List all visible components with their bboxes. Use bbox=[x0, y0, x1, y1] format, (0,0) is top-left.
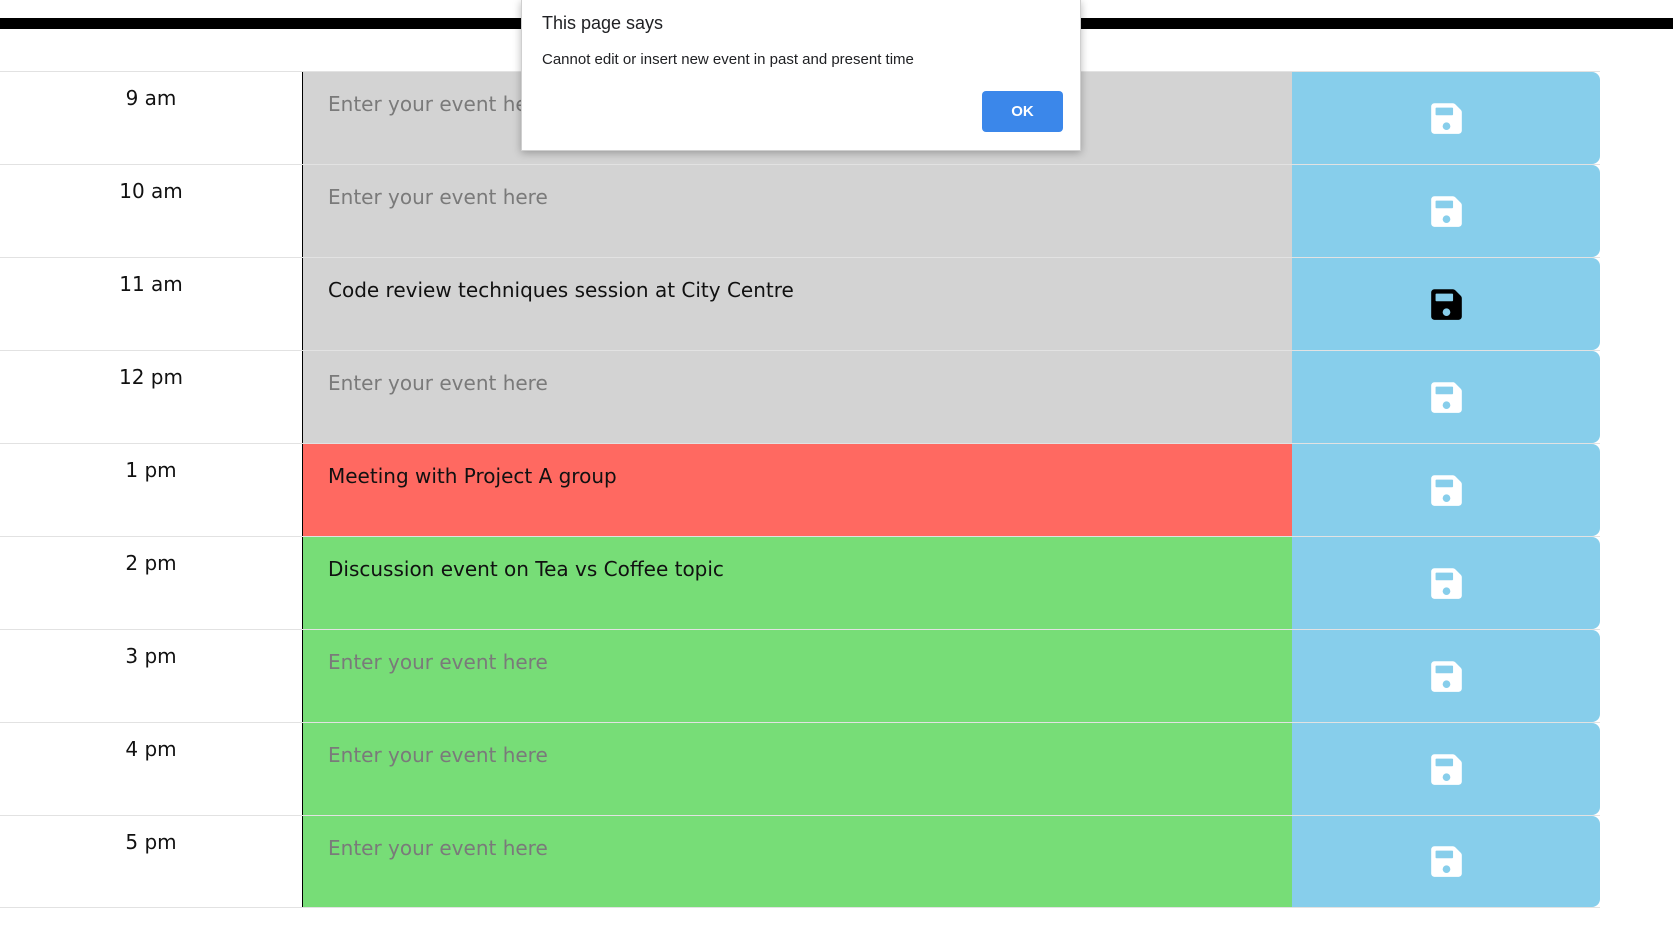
floppy-disk-icon bbox=[1430, 474, 1462, 506]
day-planner: 9 am10 am11 am12 pm1 pm2 pm3 pm4 pm5 pm bbox=[0, 71, 1600, 908]
save-button[interactable] bbox=[1292, 630, 1600, 722]
hour-label: 1 pm bbox=[0, 444, 303, 536]
hour-label: 4 pm bbox=[0, 723, 303, 815]
floppy-disk-icon bbox=[1430, 660, 1462, 692]
time-block-row: 11 am bbox=[0, 257, 1600, 350]
dialog-title: This page says bbox=[542, 13, 664, 33]
save-button[interactable] bbox=[1292, 537, 1600, 629]
save-button[interactable] bbox=[1292, 351, 1600, 443]
event-input[interactable] bbox=[303, 723, 1292, 815]
floppy-disk-icon bbox=[1430, 567, 1462, 599]
event-input[interactable] bbox=[303, 444, 1292, 536]
time-block-row: 12 pm bbox=[0, 350, 1600, 443]
hour-label: 12 pm bbox=[0, 351, 303, 443]
event-input[interactable] bbox=[303, 165, 1292, 257]
event-input[interactable] bbox=[303, 258, 1292, 350]
alert-dialog: This page says Cannot edit or insert new… bbox=[521, 0, 1081, 151]
time-block-row: 4 pm bbox=[0, 722, 1600, 815]
floppy-disk-icon bbox=[1430, 753, 1462, 785]
hour-label: 2 pm bbox=[0, 537, 303, 629]
save-button[interactable] bbox=[1292, 165, 1600, 257]
time-block-row: 10 am bbox=[0, 164, 1600, 257]
event-input[interactable] bbox=[303, 351, 1292, 443]
dialog-message: Cannot edit or insert new event in past … bbox=[542, 51, 914, 68]
save-button[interactable] bbox=[1292, 258, 1600, 350]
floppy-disk-icon bbox=[1430, 288, 1462, 320]
time-block-row: 5 pm bbox=[0, 815, 1600, 908]
ok-button[interactable]: OK bbox=[982, 91, 1063, 132]
save-button[interactable] bbox=[1292, 816, 1600, 907]
save-button[interactable] bbox=[1292, 444, 1600, 536]
floppy-disk-icon bbox=[1430, 102, 1462, 134]
time-block-row: 1 pm bbox=[0, 443, 1600, 536]
hour-label: 11 am bbox=[0, 258, 303, 350]
hour-label: 5 pm bbox=[0, 816, 303, 907]
hour-label: 3 pm bbox=[0, 630, 303, 722]
floppy-disk-icon bbox=[1430, 846, 1462, 877]
event-input[interactable] bbox=[303, 816, 1292, 907]
event-input[interactable] bbox=[303, 537, 1292, 629]
floppy-disk-icon bbox=[1430, 195, 1462, 227]
time-block-row: 3 pm bbox=[0, 629, 1600, 722]
event-input[interactable] bbox=[303, 630, 1292, 722]
save-button[interactable] bbox=[1292, 72, 1600, 164]
floppy-disk-icon bbox=[1430, 381, 1462, 413]
save-button[interactable] bbox=[1292, 723, 1600, 815]
hour-label: 9 am bbox=[0, 72, 303, 164]
time-block-row: 2 pm bbox=[0, 536, 1600, 629]
hour-label: 10 am bbox=[0, 165, 303, 257]
